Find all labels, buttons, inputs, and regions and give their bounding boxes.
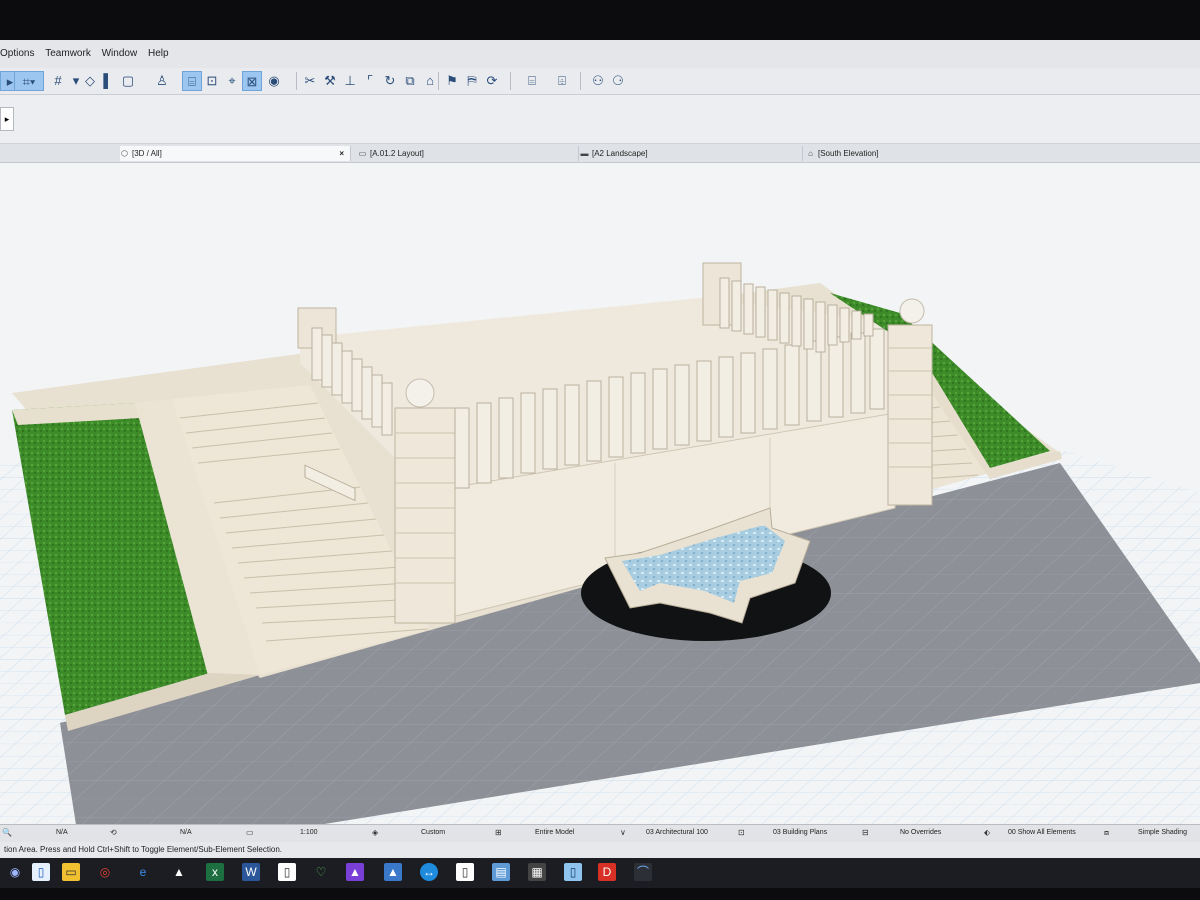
archicad-icon[interactable]: ▲ <box>170 863 188 881</box>
elevate-icon[interactable]: ⌂ <box>420 71 440 91</box>
menu-teamwork[interactable]: Teamwork <box>45 48 91 59</box>
left-pier-ball <box>405 378 435 408</box>
ruler-icon[interactable]: ▭ <box>246 828 254 837</box>
adobe-icon[interactable]: D <box>598 863 616 881</box>
app-icon[interactable]: ♡ <box>312 863 330 881</box>
menu-options[interactable]: Options <box>0 48 34 59</box>
select-tool-icon[interactable]: ⌗▾ <box>14 71 44 91</box>
send-receive-icon[interactable]: ⚆ <box>608 71 628 91</box>
tab-south-elevation[interactable]: ⌂ [South Elevation] <box>806 146 1200 161</box>
explorer-icon[interactable]: ▯ <box>32 863 50 881</box>
status-bar: 🔍 N/A ⟲ N/A ▭ 1:100 ◈ Custom ⊞ Entire Mo… <box>0 824 1200 842</box>
teamviewer-icon[interactable]: ↔ <box>420 863 438 881</box>
chrome-icon[interactable]: ◎ <box>96 863 114 881</box>
menu-help[interactable]: Help <box>148 48 169 59</box>
layout-icon: ▭ <box>358 149 367 158</box>
layer-icon[interactable]: ⛿ <box>462 71 482 91</box>
shading-field[interactable]: Simple Shading <box>1138 829 1187 836</box>
layer-combo-field[interactable]: Entire Model <box>535 829 574 836</box>
pen-set-field[interactable]: 03 Architectural 100 <box>646 829 708 836</box>
render-icon[interactable]: ◉ <box>264 71 284 91</box>
column-icon[interactable]: ▌ <box>98 71 118 91</box>
pen-icon[interactable]: ∨ <box>620 828 626 837</box>
measure-icon[interactable]: ⚒ <box>320 71 340 91</box>
flag-icon[interactable]: ⚑ <box>442 71 462 91</box>
dimension-field[interactable]: Custom <box>421 829 445 836</box>
info-box: ▸ <box>0 95 1200 144</box>
excel-icon[interactable]: x <box>206 863 224 881</box>
3d-model-view[interactable] <box>0 163 1200 825</box>
tab-layout[interactable]: ▭ [A.01.2 Layout] <box>358 146 579 161</box>
section-icon[interactable]: ⌸ <box>522 71 542 91</box>
rotation-icon[interactable]: ⟲ <box>110 828 117 837</box>
fillet-icon[interactable]: ⌜ <box>360 71 380 91</box>
mvo-icon[interactable]: ⊡ <box>738 828 745 837</box>
notes-icon[interactable]: ▯ <box>456 863 474 881</box>
renovation-field[interactable]: 00 Show All Elements <box>1008 829 1076 836</box>
menu-window[interactable]: Window <box>102 48 138 59</box>
cube-icon: ⬡ <box>121 149 128 158</box>
overrides-icon[interactable]: ⊟ <box>862 828 869 837</box>
grid-icon[interactable]: # <box>48 71 68 91</box>
status-field-2[interactable]: N/A <box>180 829 192 836</box>
magic-wand-icon[interactable]: ⊠ <box>242 71 262 91</box>
hint-bar: tion Area. Press and Hold Ctrl+Shift to … <box>0 842 1200 858</box>
renovation-filter-icon[interactable]: ⬖ <box>984 828 990 837</box>
affinity-icon[interactable]: ▲ <box>346 863 364 881</box>
mvo-field[interactable]: 03 Building Plans <box>773 829 827 836</box>
edge-icon[interactable]: e <box>134 863 152 881</box>
folder-icon[interactable]: ▭ <box>62 863 80 881</box>
shading-icon[interactable]: ⧈ <box>1104 828 1109 838</box>
rotate-icon[interactable]: ↻ <box>380 71 400 91</box>
3d-viewport[interactable] <box>0 163 1200 825</box>
tab-landscape[interactable]: ▬ [A2 Landscape] <box>580 146 803 161</box>
start-icon[interactable]: ◉ <box>6 863 24 881</box>
standard-toolbar: ▸ ⌗▾ # ▾ ◇ ▌ ▢ ♙ ⌸ ⊡ ⌖ ⊠ ◉ ✂ ⚒ ⊥ ⌜ ↻ ⧉ ⌂… <box>0 68 1200 95</box>
close-icon[interactable]: × <box>339 146 344 161</box>
zoom-icon[interactable]: 🔍 <box>2 828 12 837</box>
archicad-2-icon[interactable]: ▲ <box>384 863 402 881</box>
scale-field[interactable]: 1:100 <box>300 829 318 836</box>
dimension-icon[interactable]: ⊡ <box>202 71 222 91</box>
menu-bar: Options Teamwork Window Help <box>0 48 1200 68</box>
taskbar: ◉ ▯ ▭ ◎ e ▲ x W ▯ ♡ ▲ ▲ ↔ ▯ ▤ ▦ ▯ D ⌒ <box>0 858 1200 888</box>
archicad-3-icon[interactable]: ⌒ <box>634 863 652 881</box>
plan-icon: ▬ <box>580 149 589 158</box>
word-icon[interactable]: W <box>242 863 260 881</box>
file-icon[interactable]: ▯ <box>278 863 296 881</box>
teamwork-icon[interactable]: ⚇ <box>588 71 608 91</box>
right-pier-ball <box>899 298 925 324</box>
stair-icon[interactable]: ⌸ <box>182 71 202 91</box>
offset-icon[interactable]: ⊥ <box>340 71 360 91</box>
object-icon[interactable]: ♙ <box>152 71 172 91</box>
layers-icon[interactable]: ◈ <box>372 828 378 837</box>
grapher-icon[interactable]: ▤ <box>492 863 510 881</box>
elevation-icon: ⌂ <box>808 149 813 158</box>
archicad-window: Options Teamwork Window Help ▸ ⌗▾ # ▾ ◇ … <box>0 40 1200 860</box>
left-pier <box>394 407 456 624</box>
detail-icon[interactable]: ⌹ <box>552 71 572 91</box>
scissors-icon[interactable]: ✂ <box>300 71 320 91</box>
bimx-icon[interactable]: ▯ <box>564 863 582 881</box>
snap-icon[interactable]: ⌖ <box>222 71 242 91</box>
slab-icon[interactable]: ▢ <box>118 71 138 91</box>
mirror-icon[interactable]: ⧉ <box>400 71 420 91</box>
right-pier <box>887 324 933 506</box>
tab-3d-all[interactable]: ⬡ [3D / All] × <box>120 146 351 161</box>
renovation-icon[interactable]: ⟳ <box>482 71 502 91</box>
overrides-field[interactable]: No Overrides <box>900 829 941 836</box>
expand-arrow-icon[interactable]: ▸ <box>0 107 14 131</box>
status-field-1[interactable]: N/A <box>56 829 68 836</box>
calculator-icon[interactable]: ▦ <box>528 863 546 881</box>
layer-combo-icon[interactable]: ⊞ <box>495 828 502 837</box>
wall-icon[interactable]: ◇ <box>80 71 100 91</box>
tab-bar: ⬡ [3D / All] × ▭ [A.01.2 Layout] ▬ [A2 Land… <box>0 144 1200 163</box>
